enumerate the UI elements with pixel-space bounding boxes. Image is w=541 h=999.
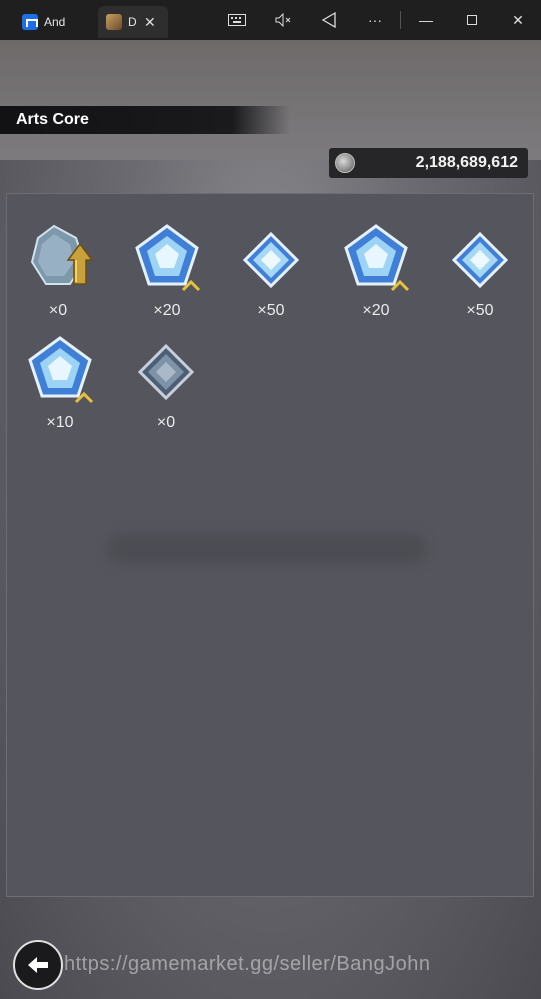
- tab-label: D: [128, 15, 137, 29]
- tab-game[interactable]: D ✕: [98, 6, 168, 38]
- item-quantity: ×50: [466, 302, 494, 319]
- item-slot[interactable]: ×0: [18, 220, 98, 320]
- close-tab-icon[interactable]: ✕: [144, 14, 156, 31]
- item-slot[interactable]: ×20: [336, 220, 416, 320]
- grey-diamond-crystal-icon: [137, 343, 195, 401]
- item-quantity: ×0: [48, 302, 68, 319]
- window-titlebar: Andr D ✕ ··· — ✕: [0, 0, 541, 40]
- blurred-overlay: [107, 534, 427, 564]
- tab-label: Andr: [44, 15, 66, 29]
- app-icon: [22, 14, 38, 30]
- game-viewport: Arts Core 2,188,689,612 ×0 ×20 ×50 ×20 ×…: [0, 40, 541, 999]
- coin-icon: [335, 153, 355, 173]
- close-window-icon[interactable]: ✕: [495, 0, 541, 40]
- item-slot[interactable]: ×50: [440, 220, 520, 320]
- diamond-crystal-icon: [451, 231, 509, 289]
- item-slot[interactable]: ×10: [20, 332, 100, 432]
- pentagon-crystal-icon: [135, 224, 201, 292]
- item-slot[interactable]: ×0: [126, 332, 206, 432]
- item-slot[interactable]: ×50: [231, 220, 311, 320]
- maximize-icon[interactable]: [449, 0, 495, 40]
- mute-icon[interactable]: [260, 0, 306, 40]
- item-quantity: ×50: [257, 302, 285, 319]
- keyboard-icon[interactable]: [214, 0, 260, 40]
- item-quantity: ×20: [362, 302, 390, 319]
- page-title: Arts Core: [16, 111, 89, 128]
- blurred-background: [0, 40, 541, 160]
- back-button[interactable]: [13, 940, 63, 990]
- back-triangle-icon[interactable]: [306, 0, 352, 40]
- divider: [400, 11, 401, 29]
- game-icon: [106, 14, 122, 30]
- watermark: https://gamemarket.gg/seller/BangJohn: [64, 953, 431, 975]
- item-quantity: ×0: [156, 414, 176, 431]
- tab-android[interactable]: Andr: [14, 6, 98, 38]
- minimize-icon[interactable]: —: [403, 0, 449, 40]
- pentagon-crystal-icon: [344, 224, 410, 292]
- upgrade-crystal-icon: [30, 224, 94, 285]
- currency-display: 2,188,689,612: [329, 148, 528, 178]
- arrow-left-icon: [28, 957, 48, 973]
- diamond-crystal-icon: [242, 231, 300, 289]
- item-slot[interactable]: ×20: [127, 220, 207, 320]
- currency-value: 2,188,689,612: [415, 154, 518, 171]
- pentagon-crystal-icon: [28, 336, 94, 404]
- item-quantity: ×20: [153, 302, 181, 319]
- item-quantity: ×10: [46, 414, 74, 431]
- more-icon[interactable]: ···: [352, 0, 398, 40]
